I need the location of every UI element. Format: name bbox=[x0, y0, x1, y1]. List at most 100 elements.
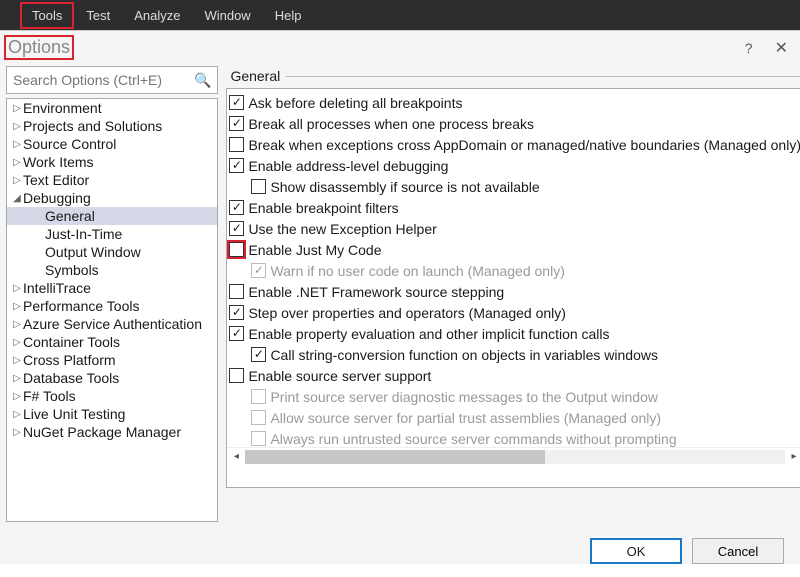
menu-analyze[interactable]: Analyze bbox=[122, 2, 192, 29]
chevron-right-icon[interactable]: ▷ bbox=[11, 103, 23, 114]
tree-node[interactable]: ▷Performance Tools bbox=[7, 297, 217, 315]
chevron-right-icon[interactable]: ▷ bbox=[11, 409, 23, 420]
chevron-right-icon[interactable]: ▷ bbox=[11, 175, 23, 186]
chevron-right-icon[interactable]: ▷ bbox=[11, 139, 23, 150]
menubar: Tools Test Analyze Window Help bbox=[0, 0, 800, 30]
options-tree[interactable]: ▷Environment▷Projects and Solutions▷Sour… bbox=[6, 98, 218, 522]
checkbox[interactable]: ✓ bbox=[229, 326, 244, 341]
tree-node[interactable]: ▷Database Tools bbox=[7, 369, 217, 387]
option-label: Enable property evaluation and other imp… bbox=[248, 325, 609, 344]
cancel-button[interactable]: Cancel bbox=[692, 538, 784, 564]
chevron-right-icon[interactable]: ▷ bbox=[11, 337, 23, 348]
tree-node[interactable]: ▷Projects and Solutions bbox=[7, 117, 217, 135]
tree-node[interactable]: ▷Azure Service Authentication bbox=[7, 315, 217, 333]
chevron-right-icon[interactable]: ▷ bbox=[11, 319, 23, 330]
tree-label: Source Control bbox=[23, 136, 116, 152]
menu-test[interactable]: Test bbox=[74, 2, 122, 29]
checkbox[interactable]: ✓ bbox=[229, 158, 244, 173]
tree-label: Cross Platform bbox=[23, 352, 116, 368]
option-label: Enable address-level debugging bbox=[248, 157, 448, 176]
menu-help[interactable]: Help bbox=[263, 2, 314, 29]
option-label: Enable source server support bbox=[248, 367, 431, 386]
option-row: Allow source server for partial trust as… bbox=[229, 408, 800, 429]
section-title: General bbox=[230, 68, 280, 84]
option-row: ✓ Call string-conversion function on obje… bbox=[229, 345, 800, 366]
option-label: Print source server diagnostic messages … bbox=[270, 388, 658, 407]
tree-label: Environment bbox=[23, 100, 102, 116]
tree-node[interactable]: ▷Work Items bbox=[7, 153, 217, 171]
checkbox[interactable] bbox=[251, 179, 266, 194]
checkbox[interactable]: ✓ bbox=[229, 116, 244, 131]
tree-label: Database Tools bbox=[23, 370, 119, 386]
tree-label: Projects and Solutions bbox=[23, 118, 162, 134]
checkbox[interactable]: ✓ bbox=[229, 200, 244, 215]
chevron-right-icon[interactable]: ▷ bbox=[11, 373, 23, 384]
chevron-right-icon[interactable]: ▷ bbox=[11, 301, 23, 312]
option-label: Warn if no user code on launch (Managed … bbox=[270, 262, 564, 281]
checkbox[interactable] bbox=[229, 368, 244, 383]
tree-label: Performance Tools bbox=[23, 298, 139, 314]
menu-window[interactable]: Window bbox=[192, 2, 262, 29]
option-label: Break all processes when one process bre… bbox=[248, 115, 534, 134]
close-icon[interactable]: ✕ bbox=[775, 38, 788, 58]
tree-node[interactable]: ▷Environment bbox=[7, 99, 217, 117]
checkbox[interactable] bbox=[229, 242, 244, 257]
chevron-down-icon[interactable]: ◢ bbox=[11, 193, 23, 204]
option-label: Allow source server for partial trust as… bbox=[270, 409, 661, 428]
tree-label: Live Unit Testing bbox=[23, 406, 125, 422]
option-row: ✓Warn if no user code on launch (Managed… bbox=[229, 261, 800, 282]
chevron-right-icon[interactable]: ▷ bbox=[11, 427, 23, 438]
chevron-right-icon[interactable]: ▷ bbox=[11, 391, 23, 402]
tree-node[interactable]: ▷IntelliTrace bbox=[7, 279, 217, 297]
checkbox[interactable]: ✓ bbox=[251, 347, 266, 362]
checkbox[interactable] bbox=[229, 284, 244, 299]
checkbox[interactable]: ✓ bbox=[229, 305, 244, 320]
tree-label: NuGet Package Manager bbox=[23, 424, 181, 440]
search-icon[interactable]: 🔍 bbox=[194, 72, 211, 89]
checkbox[interactable]: ✓ bbox=[229, 221, 244, 236]
search-input[interactable] bbox=[13, 72, 194, 88]
option-label: Call string-conversion function on objec… bbox=[270, 346, 658, 365]
option-row: Always run untrusted source server comma… bbox=[229, 429, 800, 447]
option-label: Enable breakpoint filters bbox=[248, 199, 398, 218]
options-panel: ✓Ask before deleting all breakpoints✓Bre… bbox=[226, 88, 800, 488]
tree-node[interactable]: ▷Source Control bbox=[7, 135, 217, 153]
checkbox[interactable]: ✓ bbox=[229, 95, 244, 110]
chevron-right-icon[interactable]: ▷ bbox=[11, 355, 23, 366]
tree-node[interactable]: ◢Debugging bbox=[7, 189, 217, 207]
options-dialog: Options ? ✕ 🔍 ▷Environment▷Projects and … bbox=[0, 30, 800, 564]
checkbox bbox=[251, 410, 266, 425]
tree-node[interactable]: ▷Text Editor bbox=[7, 171, 217, 189]
tree-label: Work Items bbox=[23, 154, 94, 170]
tree-node[interactable]: Just-In-Time bbox=[7, 225, 217, 243]
tree-node[interactable]: ▷Cross Platform bbox=[7, 351, 217, 369]
tree-node[interactable]: Output Window bbox=[7, 243, 217, 261]
search-options[interactable]: 🔍 bbox=[6, 66, 218, 94]
option-label: Break when exceptions cross AppDomain or… bbox=[248, 136, 800, 155]
option-label: Enable .NET Framework source stepping bbox=[248, 283, 504, 302]
tree-node[interactable]: ▷Live Unit Testing bbox=[7, 405, 217, 423]
tree-node[interactable]: General bbox=[7, 207, 217, 225]
tree-label: Text Editor bbox=[23, 172, 89, 188]
tree-label: IntelliTrace bbox=[23, 280, 91, 296]
scroll-right-icon[interactable]: ▸ bbox=[785, 451, 800, 462]
help-icon[interactable]: ? bbox=[745, 40, 753, 56]
tree-node[interactable]: Symbols bbox=[7, 261, 217, 279]
option-label: Always run untrusted source server comma… bbox=[270, 430, 676, 447]
chevron-right-icon[interactable]: ▷ bbox=[11, 121, 23, 132]
option-label: Use the new Exception Helper bbox=[248, 220, 436, 239]
option-row: ✓ Enable breakpoint filters bbox=[229, 198, 800, 219]
chevron-right-icon[interactable]: ▷ bbox=[11, 157, 23, 168]
tree-node[interactable]: ▷F# Tools bbox=[7, 387, 217, 405]
ok-button[interactable]: OK bbox=[590, 538, 682, 564]
dialog-title: Options bbox=[6, 37, 72, 58]
menu-tools[interactable]: Tools bbox=[20, 2, 74, 29]
tree-node[interactable]: ▷Container Tools bbox=[7, 333, 217, 351]
tree-label: General bbox=[45, 208, 95, 224]
horizontal-scrollbar[interactable]: ◂ ▸ bbox=[227, 447, 800, 465]
hscroll-thumb[interactable] bbox=[245, 450, 545, 464]
checkbox[interactable] bbox=[229, 137, 244, 152]
scroll-left-icon[interactable]: ◂ bbox=[227, 451, 245, 462]
tree-node[interactable]: ▷NuGet Package Manager bbox=[7, 423, 217, 441]
chevron-right-icon[interactable]: ▷ bbox=[11, 283, 23, 294]
